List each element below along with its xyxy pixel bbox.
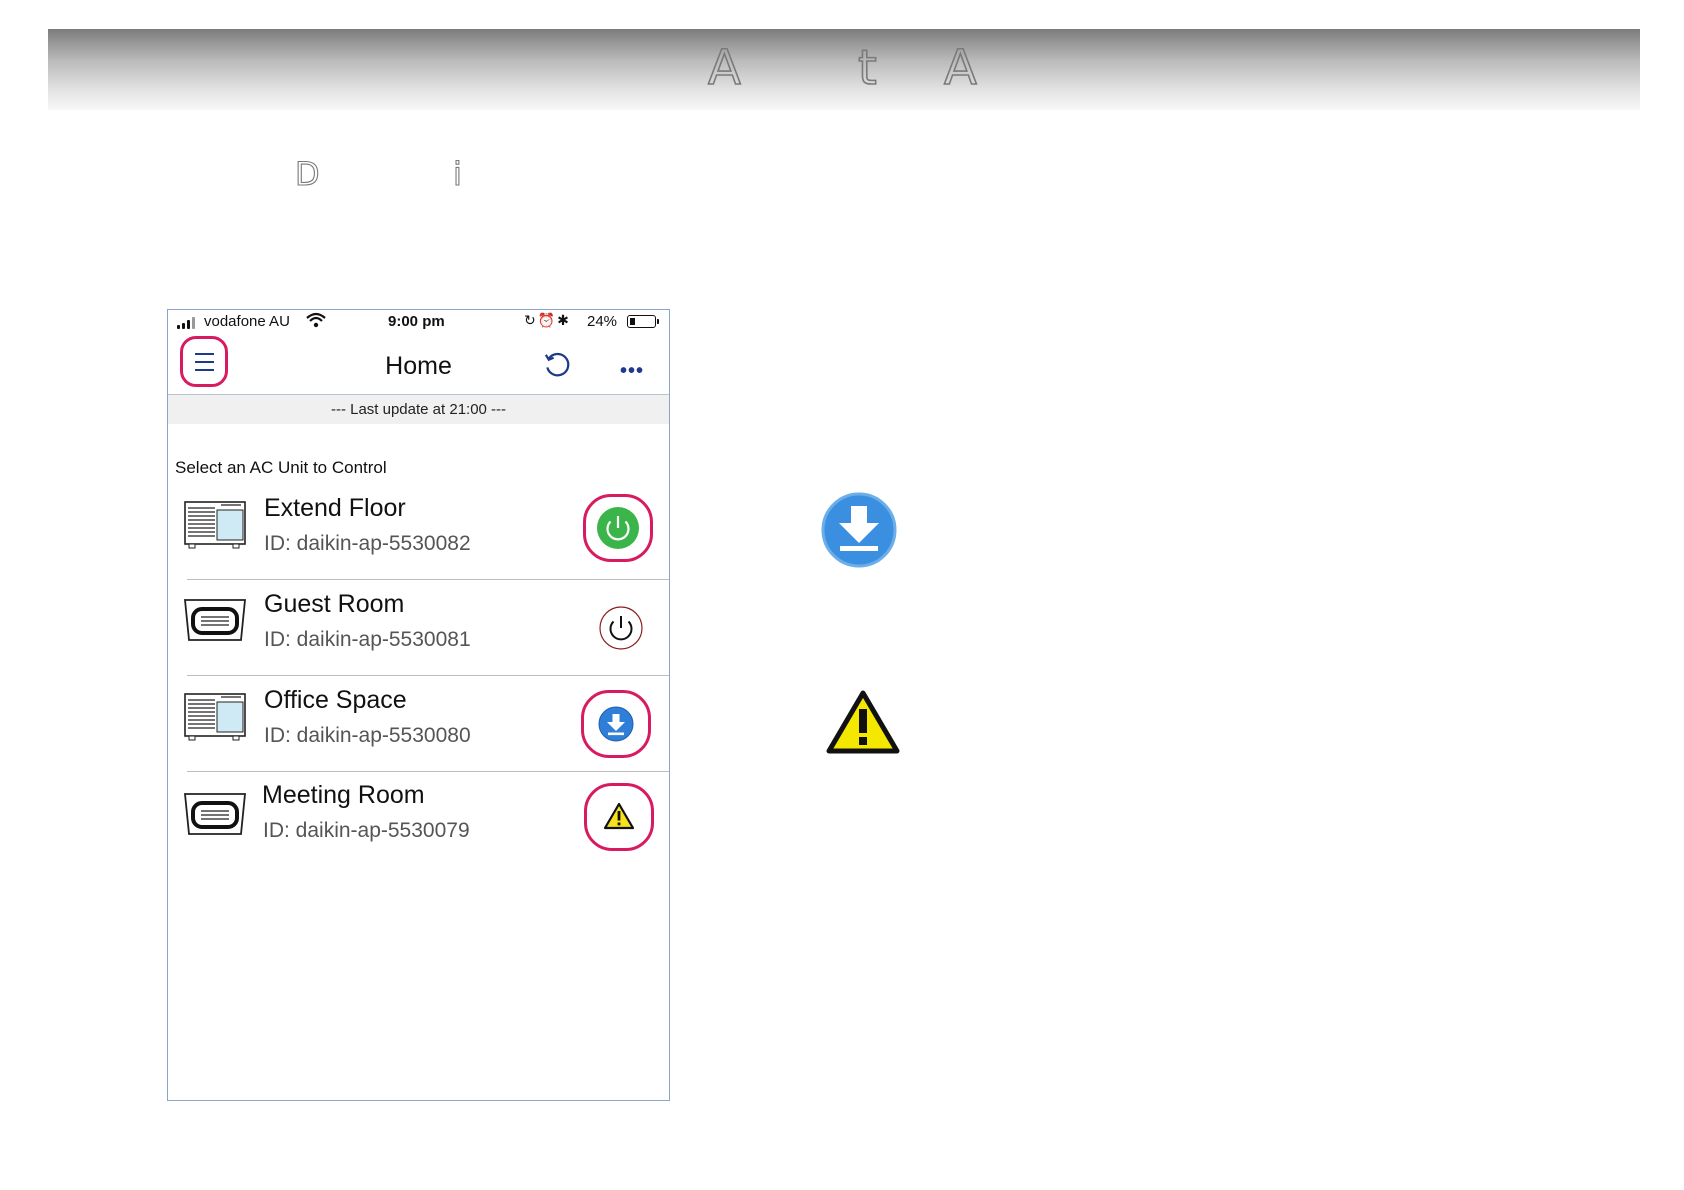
- ac-unit-row[interactable]: Meeting Room ID: daikin-ap-5530079: [168, 772, 669, 868]
- wall-unit-icon: [184, 693, 246, 741]
- unit-name: Guest Room: [264, 590, 405, 618]
- wifi-icon: [306, 312, 326, 332]
- battery-percent: 24%: [587, 313, 618, 330]
- subtitle-letter: D: [294, 154, 320, 193]
- bluetooth-icon: ✱: [557, 312, 571, 328]
- subtitle-letter: i: [452, 154, 462, 193]
- ac-unit-row[interactable]: Extend Floor ID: daikin-ap-5530082: [168, 484, 669, 580]
- unit-id: ID: daikin-ap-5530079: [263, 819, 470, 842]
- status-icons: ↻⏰✱: [524, 312, 571, 329]
- banner-letter: A: [707, 39, 741, 97]
- battery-level: [630, 318, 635, 325]
- download-icon[interactable]: [598, 706, 634, 742]
- refresh-icon[interactable]: [542, 350, 573, 381]
- unit-id: ID: daikin-ap-5530080: [264, 724, 471, 747]
- signal-strength-icon: [177, 317, 199, 329]
- wall-unit-icon: [184, 501, 246, 549]
- ac-unit-row[interactable]: Office Space ID: daikin-ap-5530080: [168, 676, 669, 772]
- unit-name: Meeting Room: [262, 781, 425, 809]
- alarm-icon: ⏰: [537, 312, 558, 328]
- unit-id: ID: daikin-ap-5530081: [264, 628, 471, 651]
- ceiling-cassette-icon: [184, 599, 246, 641]
- header-banner: [48, 29, 1640, 110]
- download-icon: [821, 492, 897, 568]
- power-off-icon[interactable]: [599, 606, 643, 650]
- banner-letter: A: [943, 39, 977, 97]
- page-title: Home: [385, 352, 452, 380]
- ac-unit-row[interactable]: Guest Room ID: daikin-ap-5530081: [168, 580, 669, 676]
- ceiling-cassette-icon: [184, 793, 246, 835]
- banner-letter: t: [857, 39, 877, 97]
- status-time: 9:00 pm: [388, 313, 445, 330]
- rotation-lock-icon: ↻: [524, 312, 538, 328]
- unit-name: Extend Floor: [264, 494, 406, 522]
- select-unit-prompt: Select an AC Unit to Control: [175, 458, 387, 477]
- phone-screenshot: vodafone AU 9:00 pm ↻⏰✱ 24% Home ••• ---…: [167, 309, 670, 1101]
- more-options-icon[interactable]: •••: [620, 360, 644, 383]
- unit-name: Office Space: [264, 686, 407, 714]
- battery-icon: [627, 315, 659, 328]
- warning-icon: [826, 690, 900, 754]
- power-on-icon[interactable]: [596, 506, 640, 550]
- carrier-name: vodafone AU: [204, 313, 290, 330]
- warning-icon[interactable]: [603, 802, 635, 830]
- last-update-banner: --- Last update at 21:00 ---: [168, 395, 669, 424]
- status-bar: vodafone AU 9:00 pm ↻⏰✱ 24%: [168, 310, 669, 334]
- nav-bar: Home •••: [168, 334, 669, 395]
- unit-id: ID: daikin-ap-5530082: [264, 532, 471, 555]
